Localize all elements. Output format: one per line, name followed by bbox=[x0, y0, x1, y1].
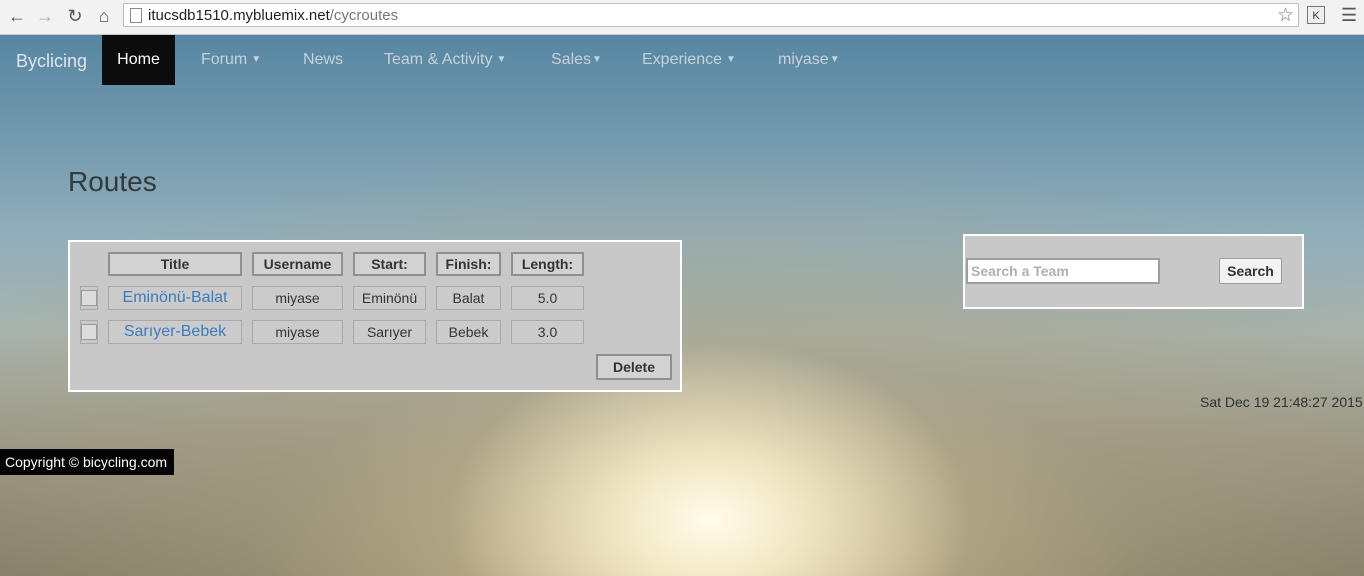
copyright-footer: Copyright © bicycling.com bbox=[0, 449, 174, 475]
route-username: miyase bbox=[252, 320, 343, 344]
search-team-input[interactable] bbox=[966, 258, 1160, 284]
search-button[interactable]: Search bbox=[1219, 258, 1282, 284]
routes-panel: Title Username Start: Finish: Length: Em… bbox=[68, 240, 682, 392]
route-title-link[interactable]: Eminönü-Balat bbox=[108, 286, 242, 310]
nav-experience[interactable]: Experience ▼ bbox=[642, 51, 736, 69]
nav-forum[interactable]: Forum ▼ bbox=[201, 51, 261, 69]
home-icon[interactable]: ⌂ bbox=[93, 5, 115, 27]
browser-toolbar: ← → ↻ ⌂ itucsdb1510.mybluemix.net/cycrou… bbox=[0, 0, 1364, 35]
header-finish: Finish: bbox=[436, 252, 501, 276]
bookmark-star-icon[interactable]: ☆ bbox=[1277, 4, 1294, 27]
reload-icon[interactable]: ↻ bbox=[64, 5, 86, 27]
caret-down-icon: ▼ bbox=[726, 54, 736, 65]
route-start: Sarıyer bbox=[353, 320, 426, 344]
caret-down-icon: ▼ bbox=[829, 54, 840, 65]
page-icon bbox=[130, 8, 142, 23]
address-bar[interactable]: itucsdb1510.mybluemix.net/cycroutes ☆ bbox=[123, 3, 1299, 27]
current-datetime: Sat Dec 19 21:48:27 2015 bbox=[1200, 394, 1363, 410]
route-title-link[interactable]: Sarıyer-Bebek bbox=[108, 320, 242, 344]
table-row-checkbox-cell bbox=[80, 286, 98, 310]
route-start: Eminönü bbox=[353, 286, 426, 310]
row-checkbox[interactable] bbox=[81, 324, 97, 340]
caret-down-icon: ▼ bbox=[251, 54, 262, 65]
route-username: miyase bbox=[252, 286, 343, 310]
caret-down-icon: ▼ bbox=[496, 54, 507, 65]
header-username: Username bbox=[252, 252, 343, 276]
url-text: itucsdb1510.mybluemix.net/cycroutes bbox=[148, 7, 399, 24]
team-search-panel: Search bbox=[963, 234, 1304, 309]
row-checkbox[interactable] bbox=[81, 290, 97, 306]
nav-team-activity[interactable]: Team & Activity ▼ bbox=[384, 51, 506, 69]
nav-sales[interactable]: Sales▼ bbox=[551, 51, 602, 69]
forward-icon[interactable]: → bbox=[34, 5, 56, 27]
route-length: 5.0 bbox=[511, 286, 584, 310]
back-icon[interactable]: ← bbox=[6, 5, 28, 27]
table-row-checkbox-cell bbox=[80, 320, 98, 344]
page-title: Routes bbox=[68, 166, 157, 197]
delete-button[interactable]: Delete bbox=[596, 354, 672, 380]
browser-menu-icon[interactable]: ☰ bbox=[1341, 5, 1357, 26]
header-title: Title bbox=[108, 252, 242, 276]
nav-home[interactable]: Home bbox=[102, 35, 175, 85]
brand-link[interactable]: Byclicing bbox=[16, 51, 87, 72]
route-finish: Bebek bbox=[436, 320, 501, 344]
route-finish: Balat bbox=[436, 286, 501, 310]
nav-user-miyase[interactable]: miyase▼ bbox=[778, 51, 840, 69]
extension-icon[interactable]: K bbox=[1307, 6, 1325, 24]
nav-news[interactable]: News bbox=[303, 51, 343, 69]
site-navbar: Byclicing Home Forum ▼ News Team & Activi… bbox=[0, 35, 1364, 85]
header-length: Length: bbox=[511, 252, 584, 276]
header-start: Start: bbox=[353, 252, 426, 276]
route-length: 3.0 bbox=[511, 320, 584, 344]
caret-down-icon: ▼ bbox=[592, 54, 602, 65]
